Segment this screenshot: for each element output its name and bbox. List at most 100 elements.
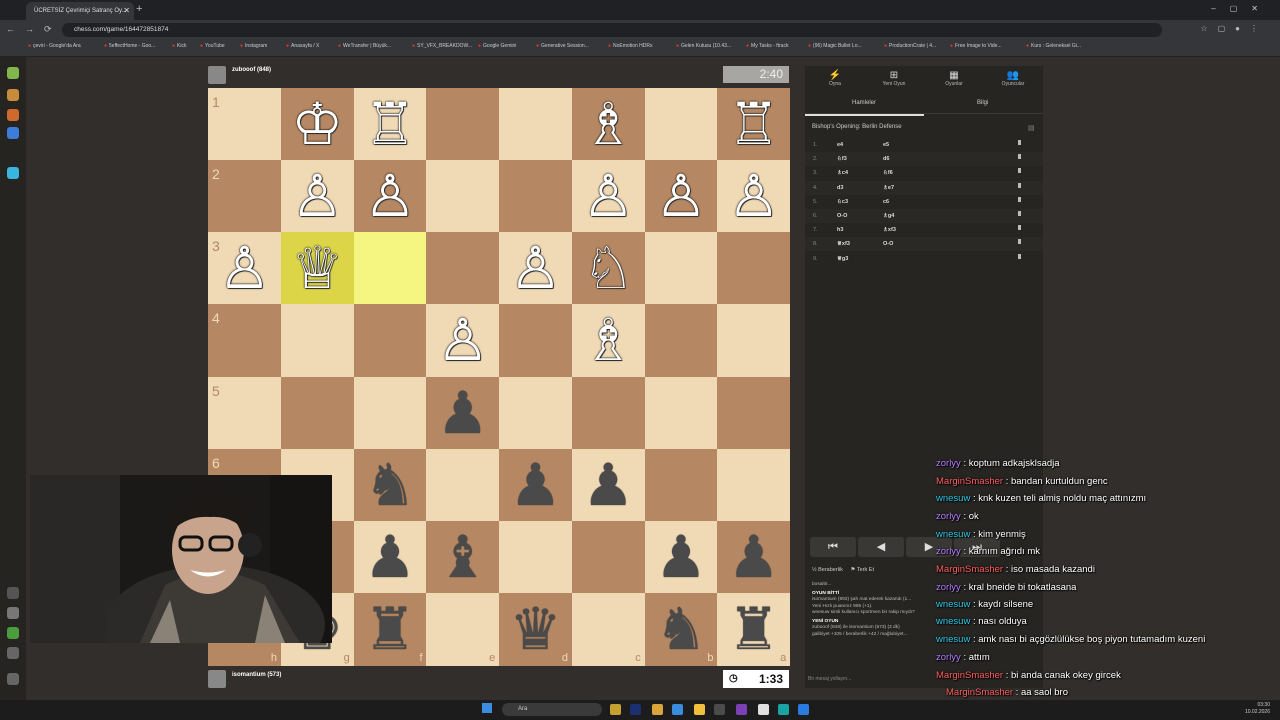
draw-button[interactable]: ½ Beraberlik xyxy=(812,567,843,573)
bookmark-item[interactable]: ● çeviri - Google'da Ara xyxy=(28,43,81,49)
black-pawn-piece[interactable]: ♟ xyxy=(354,521,427,593)
board-square[interactable]: ♝ xyxy=(426,520,500,594)
white-pawn-piece[interactable]: ♙ xyxy=(717,160,790,232)
board-square[interactable]: ♔ xyxy=(280,88,354,161)
app-icon-7[interactable] xyxy=(798,704,809,715)
app-icon-6[interactable] xyxy=(778,704,789,715)
bookmark-item[interactable]: ● Google Gemini xyxy=(478,43,516,49)
bottom-player-name[interactable]: isomantium (573) xyxy=(232,672,281,678)
move-row[interactable]: 1. e4 e5 xyxy=(805,138,1043,152)
app-icon-4[interactable] xyxy=(714,704,725,715)
board-square[interactable] xyxy=(499,304,572,378)
white-bishop-piece[interactable]: ♗ xyxy=(572,304,645,376)
bookmark-item[interactable]: ● Free Image to Vide... xyxy=(950,43,1002,49)
black-bishop-piece[interactable]: ♝ xyxy=(426,521,499,593)
board-square[interactable]: c xyxy=(571,592,645,666)
browser-nav-buttons[interactable]: ←→⟳ xyxy=(6,24,62,35)
bookmark-item[interactable]: ● SY_VFX_BREAKDOW... xyxy=(412,43,472,49)
chess-logo-icon[interactable] xyxy=(7,67,19,79)
black-pawn-piece[interactable]: ♟ xyxy=(499,449,572,521)
board-square[interactable]: ♕ xyxy=(280,232,354,306)
browser-toolbar-icons[interactable]: ☆▢●⋮ xyxy=(1200,24,1268,33)
board-square[interactable]: ♙ xyxy=(280,160,354,234)
system-tray-clock[interactable]: 03:30 10.02.2026 xyxy=(1245,702,1270,716)
board-square[interactable] xyxy=(717,376,791,450)
app-icon-2[interactable] xyxy=(652,704,663,715)
play-icon[interactable] xyxy=(7,89,19,101)
app-icon-3[interactable] xyxy=(672,704,683,715)
resign-button[interactable]: ⚑ Terk Et xyxy=(851,567,874,573)
after-effects-icon[interactable] xyxy=(630,704,641,715)
board-square[interactable]: d ♛ xyxy=(499,592,572,666)
move-row[interactable]: 3. ♗c4 ♘f6 xyxy=(805,166,1043,180)
bookmark-item[interactable]: ● Instagram xyxy=(240,43,267,49)
app-icon-1[interactable] xyxy=(610,704,621,715)
bookmark-item[interactable]: ● YouTube xyxy=(200,43,225,49)
board-square[interactable]: ♖ xyxy=(353,88,427,161)
board-square[interactable]: ♟ xyxy=(644,520,718,594)
board-square[interactable] xyxy=(644,448,718,522)
board-square[interactable] xyxy=(499,520,572,594)
address-bar[interactable]: chess.com/game/164472851874 xyxy=(62,23,1162,37)
move-row[interactable]: 4. d3 ♗e7 xyxy=(805,180,1043,195)
white-knight-piece[interactable]: ♘ xyxy=(572,232,645,304)
start-icon[interactable] xyxy=(482,703,492,713)
board-square[interactable]: e xyxy=(426,592,500,666)
white-pawn-piece[interactable]: ♙ xyxy=(499,232,572,304)
board-square[interactable]: ♖ xyxy=(717,88,791,161)
window-controls[interactable]: –▢✕ xyxy=(1211,4,1272,13)
tab-games[interactable]: ▦ Oyunlar xyxy=(930,70,978,87)
board-square[interactable]: ♟ xyxy=(353,520,427,594)
messages-icon[interactable] xyxy=(7,647,19,659)
tab-play[interactable]: ⚡ Oyna xyxy=(811,70,859,87)
board-square[interactable]: f ♜ xyxy=(353,592,427,666)
chrome-icon[interactable] xyxy=(758,704,769,715)
bookmark-item[interactable]: ● ProductionCrate | 4... xyxy=(884,43,936,49)
board-square[interactable]: ♞ xyxy=(353,448,427,522)
board-square[interactable] xyxy=(280,304,354,378)
previous-move-button[interactable]: ◀ xyxy=(858,537,904,557)
taskbar-search[interactable]: Ara xyxy=(502,703,602,716)
browser-tab[interactable]: ÜCRETSİZ Çevrimiçi Satranç Oy... ✕ xyxy=(26,2,134,20)
bookmark-item[interactable]: ● WeTransfer | Büyük... xyxy=(338,43,391,49)
white-pawn-piece[interactable]: ♙ xyxy=(208,232,281,304)
bookmark-item[interactable]: ● Kurs : Geleneksel Gi... xyxy=(1026,43,1081,49)
puzzles-icon[interactable] xyxy=(7,109,19,121)
book-icon[interactable]: ▤ xyxy=(1028,124,1035,132)
board-square[interactable] xyxy=(499,88,572,161)
bookmark-item[interactable]: ● Anasayfa / X xyxy=(286,43,319,49)
board-square[interactable]: 4 xyxy=(208,304,281,378)
move-row[interactable]: 8. ♕xf3 O-O xyxy=(805,237,1043,252)
board-square[interactable]: a ♜ xyxy=(717,592,791,666)
board-square[interactable]: ♘ xyxy=(571,232,645,306)
board-square[interactable] xyxy=(353,304,427,378)
white-rook-piece[interactable]: ♖ xyxy=(717,88,790,160)
board-square[interactable] xyxy=(499,160,572,234)
board-square[interactable] xyxy=(571,376,645,450)
white-bishop-piece[interactable]: ♗ xyxy=(572,88,645,160)
board-square[interactable] xyxy=(426,448,500,522)
move-row[interactable]: 2. ♘f3 d6 xyxy=(805,152,1043,167)
settings-icon[interactable] xyxy=(7,673,19,685)
tab-new-game[interactable]: ⊞ Yeni Oyun xyxy=(870,70,918,87)
white-pawn-piece[interactable]: ♙ xyxy=(645,160,718,232)
tab-players[interactable]: 👥 Oyuncular xyxy=(989,70,1037,87)
board-square[interactable] xyxy=(353,376,427,450)
board-square[interactable] xyxy=(426,232,500,306)
board-square[interactable] xyxy=(644,376,718,450)
app-icon-5[interactable] xyxy=(736,704,747,715)
black-pawn-piece[interactable]: ♟ xyxy=(572,449,645,521)
board-square[interactable] xyxy=(717,232,791,306)
board-square[interactable]: ♗ xyxy=(571,88,645,161)
board-square[interactable]: ♗ xyxy=(571,304,645,378)
board-square[interactable]: ♟ xyxy=(571,448,645,522)
board-square[interactable]: ♟ xyxy=(717,520,791,594)
black-pawn-piece[interactable]: ♟ xyxy=(645,521,718,593)
board-square[interactable]: ♙ xyxy=(353,160,427,234)
bookmark-item[interactable]: ● NoEmotion HDRs xyxy=(608,43,653,49)
search-icon[interactable] xyxy=(7,587,19,599)
board-square[interactable] xyxy=(571,520,645,594)
board-square[interactable] xyxy=(426,88,500,161)
board-square[interactable]: ♟ xyxy=(499,448,572,522)
profile-icon[interactable] xyxy=(7,607,19,619)
